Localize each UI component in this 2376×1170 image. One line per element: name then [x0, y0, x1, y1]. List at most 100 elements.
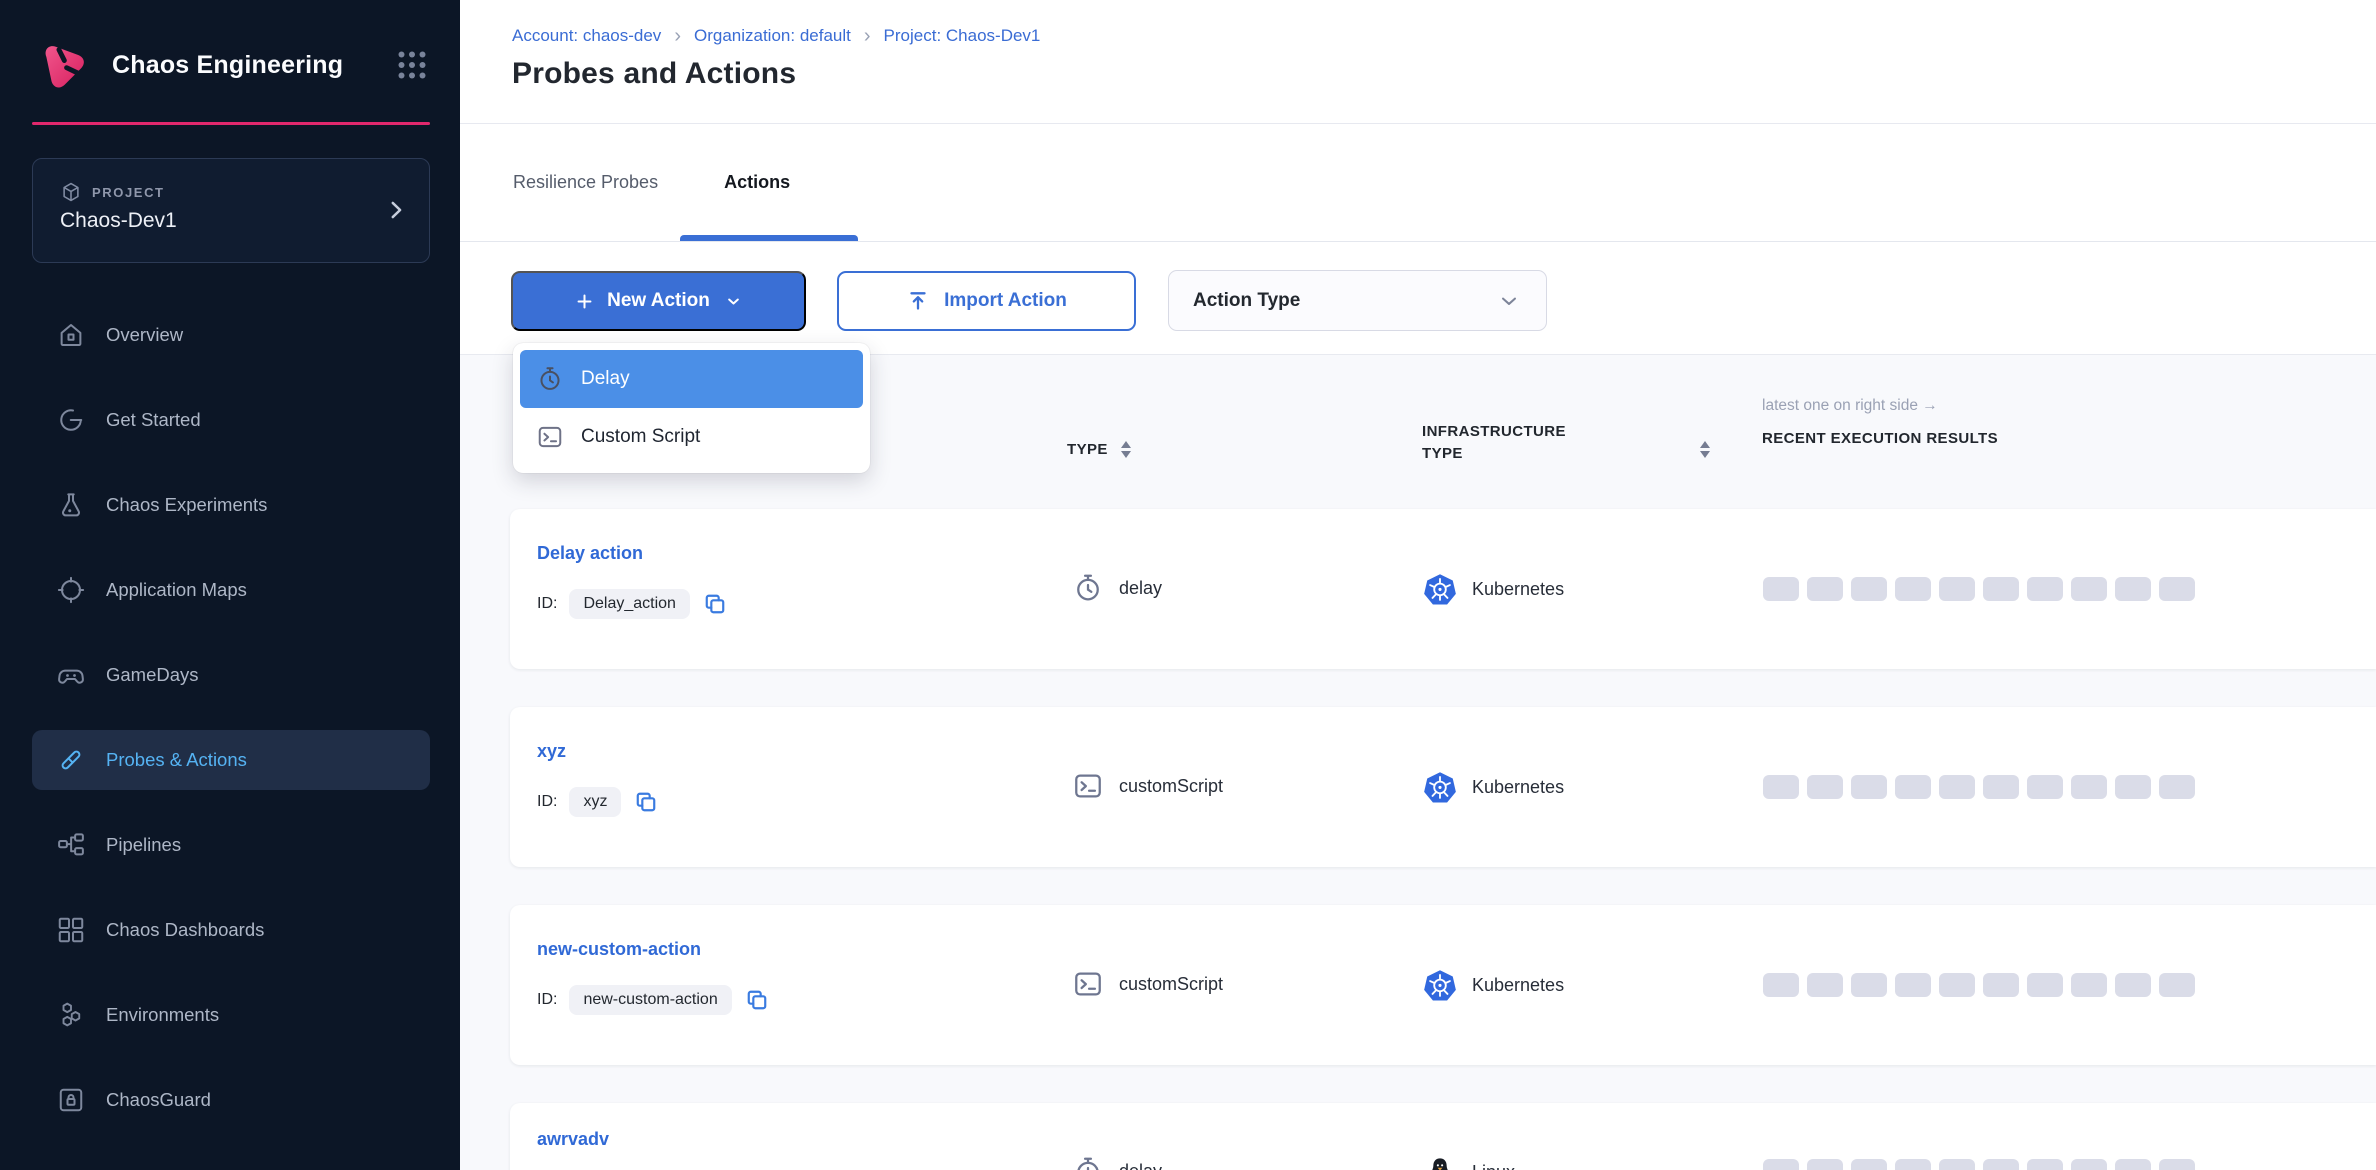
copy-icon[interactable]: [702, 591, 728, 617]
action-id-value: new-custom-action: [569, 985, 731, 1015]
id-label: ID:: [537, 991, 557, 1009]
sidebar-item-probes-actions[interactable]: Probes & Actions: [32, 730, 430, 790]
sidebar-item-gamedays[interactable]: GameDays: [32, 645, 430, 705]
sidebar-item-label: Probes & Actions: [106, 749, 247, 771]
execution-result-placeholder: [2071, 1159, 2107, 1170]
kubernetes-icon: [1423, 968, 1457, 1002]
action-type-cell: customScript: [1072, 968, 1223, 1000]
stopwatch-icon: [536, 365, 564, 393]
execution-result-placeholder: [1851, 577, 1887, 601]
menu-item-custom-script[interactable]: Custom Script: [520, 408, 863, 466]
tabs-bar: Resilience Probes Actions: [460, 124, 2376, 242]
execution-result-placeholder: [2159, 1159, 2195, 1170]
brand-divider: [32, 122, 430, 125]
new-action-dropdown-menu: Delay Custom Script: [513, 343, 870, 473]
execution-result-placeholder: [2115, 577, 2151, 601]
sidebar-item-label: Application Maps: [106, 579, 247, 601]
sidebar-item-label: Chaos Experiments: [106, 494, 267, 516]
sidebar-item-environments[interactable]: Environments: [32, 985, 430, 1045]
action-name-link[interactable]: new-custom-action: [537, 939, 701, 960]
recent-execution-results: [1763, 577, 2195, 601]
action-id: ID: Delay_action: [537, 589, 728, 619]
sidebar-item-application-maps[interactable]: Application Maps: [32, 560, 430, 620]
execution-result-placeholder: [1763, 577, 1799, 601]
sidebar-item-label: Overview: [106, 324, 183, 346]
recent-execution-results: [1763, 1159, 2195, 1170]
execution-result-placeholder: [1807, 577, 1843, 601]
action-id-value: xyz: [569, 787, 621, 817]
column-header-type[interactable]: TYPE: [1067, 441, 1131, 458]
sidebar-item-label: Get Started: [106, 409, 201, 431]
execution-result-placeholder: [1763, 973, 1799, 997]
action-name-link[interactable]: xyz: [537, 741, 566, 762]
infrastructure-value: Kubernetes: [1472, 777, 1564, 798]
execution-result-placeholder: [1983, 775, 2019, 799]
breadcrumb-link[interactable]: Account: chaos-dev: [512, 26, 661, 46]
project-selector[interactable]: PROJECT Chaos-Dev1: [32, 158, 430, 263]
page-header: Account: chaos-dev›Organization: default…: [460, 0, 2376, 124]
tab-actions[interactable]: Actions: [724, 172, 790, 193]
flask-icon: [56, 490, 86, 520]
execution-result-placeholder: [2159, 973, 2195, 997]
pipeline-icon: [56, 830, 86, 860]
menu-item-label: Custom Script: [581, 426, 700, 448]
execution-result-placeholder: [2071, 973, 2107, 997]
import-icon: [906, 289, 930, 313]
sidebar-item-chaosguard[interactable]: ChaosGuard: [32, 1070, 430, 1130]
infrastructure-cell: Kubernetes: [1423, 770, 1564, 804]
new-action-label: New Action: [607, 290, 710, 312]
action-type-select[interactable]: Action Type: [1168, 270, 1547, 331]
copy-icon[interactable]: [744, 987, 770, 1013]
execution-result-placeholder: [2115, 973, 2151, 997]
execution-result-placeholder: [1763, 775, 1799, 799]
results-header-label: RECENT EXECUTION RESULTS: [1762, 430, 1998, 447]
sidebar-item-pipelines[interactable]: Pipelines: [32, 815, 430, 875]
copy-icon[interactable]: [633, 789, 659, 815]
sidebar-item-overview[interactable]: Overview: [32, 305, 430, 365]
toolbar: New Action Import Action Action Type: [460, 242, 2376, 355]
chaosguard-icon: [56, 1085, 86, 1115]
project-name: Chaos-Dev1: [60, 209, 177, 233]
execution-result-placeholder: [1895, 577, 1931, 601]
breadcrumb-link[interactable]: Project: Chaos-Dev1: [884, 26, 1041, 46]
infrastructure-header-label: INFRASTRUCTURE TYPE: [1422, 423, 1566, 462]
breadcrumb: Account: chaos-dev›Organization: default…: [512, 26, 2376, 46]
execution-result-placeholder: [1895, 973, 1931, 997]
column-header-infrastructure[interactable]: INFRASTRUCTURE TYPE: [1422, 421, 1592, 465]
chevron-right-icon: [383, 197, 409, 223]
import-action-button[interactable]: Import Action: [837, 271, 1136, 331]
id-label: ID:: [537, 793, 557, 811]
sort-icon[interactable]: [1121, 441, 1131, 458]
caret-down-icon: [724, 292, 743, 311]
action-type-value: customScript: [1119, 776, 1223, 797]
action-name-link[interactable]: Delay action: [537, 543, 643, 564]
sort-icon[interactable]: [1700, 441, 1710, 458]
action-name-link[interactable]: awrvadv: [537, 1129, 609, 1150]
import-action-label: Import Action: [944, 290, 1067, 312]
sidebar-item-chaos-dashboards[interactable]: Chaos Dashboards: [32, 900, 430, 960]
sidebar-header: Chaos Engineering: [36, 38, 430, 92]
execution-result-placeholder: [2071, 775, 2107, 799]
execution-result-placeholder: [2027, 1159, 2063, 1170]
results-hint: latest one on right side →: [1762, 397, 1998, 415]
breadcrumb-link[interactable]: Organization: default: [694, 26, 851, 46]
execution-result-placeholder: [1983, 1159, 2019, 1170]
execution-result-placeholder: [1939, 577, 1975, 601]
sidebar-item-get-started[interactable]: Get Started: [32, 390, 430, 450]
menu-item-label: Delay: [581, 368, 630, 390]
execution-result-placeholder: [2115, 1159, 2151, 1170]
app-switcher-grid-icon[interactable]: [394, 47, 430, 83]
execution-result-placeholder: [1983, 973, 2019, 997]
menu-item-delay[interactable]: Delay: [520, 350, 863, 408]
main-content: Account: chaos-dev›Organization: default…: [460, 0, 2376, 1170]
new-action-button[interactable]: New Action: [511, 271, 806, 331]
action-id: ID: xyz: [537, 787, 659, 817]
sidebar-item-chaos-experiments[interactable]: Chaos Experiments: [32, 475, 430, 535]
kubernetes-icon: [1423, 770, 1457, 804]
active-tab-underline: [680, 235, 858, 241]
tab-resilience-probes[interactable]: Resilience Probes: [513, 172, 658, 193]
recent-execution-results: [1763, 973, 2195, 997]
action-id-value: Delay_action: [569, 589, 690, 619]
action-type-value: customScript: [1119, 974, 1223, 995]
action-type-cell: delay: [1072, 1155, 1162, 1170]
